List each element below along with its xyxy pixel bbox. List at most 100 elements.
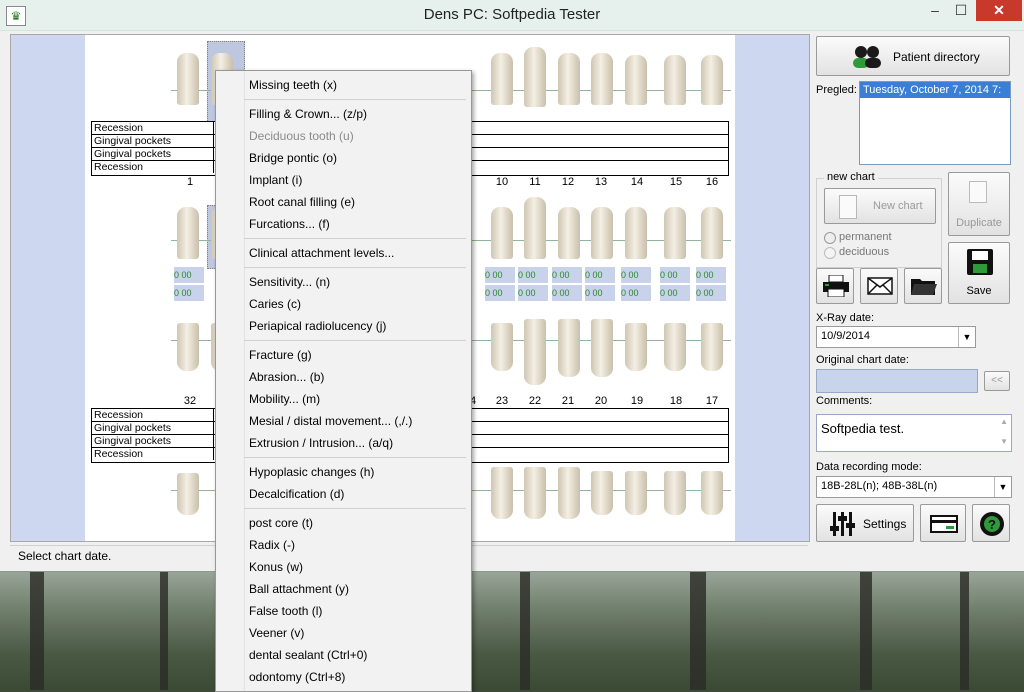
tooth[interactable] [701, 207, 723, 259]
pocket-cell[interactable]: 0 00 [485, 285, 515, 301]
menu-item[interactable]: Filling & Crown... (z/p) [216, 103, 469, 125]
menu-item[interactable]: Mesial / distal movement... (,/.) [216, 410, 469, 432]
tooth[interactable] [524, 467, 546, 519]
menu-item[interactable]: Decalcification (d) [216, 483, 469, 505]
pregled-list-item[interactable]: Tuesday, October 7, 2014 7: [860, 82, 1010, 98]
menu-item[interactable]: post core (t) [216, 512, 469, 534]
open-folder-button[interactable] [904, 268, 942, 304]
pocket-cell[interactable]: 0 00 [552, 285, 582, 301]
pocket-cell[interactable]: 0 00 [660, 267, 690, 283]
scroll-up-icon[interactable]: ▲ [1000, 417, 1008, 426]
menu-item[interactable]: Missing teeth (x) [216, 74, 469, 96]
pocket-cell[interactable]: 0 00 [174, 285, 204, 301]
menu-item[interactable]: Implant (i) [216, 169, 469, 191]
comments-field[interactable]: Softpedia test. ▲ ▼ [816, 414, 1012, 452]
close-button[interactable]: ✕ [976, 0, 1022, 21]
menu-item[interactable]: dental sealant (Ctrl+0) [216, 644, 469, 666]
menu-item[interactable]: Konus (w) [216, 556, 469, 578]
menu-item[interactable]: Deciduous tooth (u) [216, 125, 469, 147]
patient-directory-button[interactable]: Patient directory [816, 36, 1010, 76]
permanent-radio[interactable] [824, 232, 836, 244]
tooth[interactable] [177, 323, 199, 371]
tooth[interactable] [664, 323, 686, 371]
email-button[interactable] [860, 268, 898, 304]
deciduous-radio[interactable] [824, 247, 836, 259]
original-chart-date-field[interactable] [816, 369, 978, 393]
tooth[interactable] [591, 319, 613, 377]
menu-item[interactable]: Fracture (g) [216, 344, 469, 366]
xray-date-picker[interactable]: 10/9/2014 ▼ [816, 326, 976, 348]
tooth[interactable] [524, 47, 546, 107]
card-button[interactable] [920, 504, 966, 542]
menu-item[interactable]: Hypoplasic changes (h) [216, 461, 469, 483]
tooth[interactable] [701, 471, 723, 515]
tooth[interactable] [591, 471, 613, 515]
menu-item[interactable]: Radix (-) [216, 534, 469, 556]
pocket-cell[interactable]: 0 00 [660, 285, 690, 301]
tooth[interactable] [664, 55, 686, 105]
tooth[interactable] [591, 53, 613, 105]
pocket-cell[interactable]: 0 00 [518, 285, 548, 301]
print-button[interactable] [816, 268, 854, 304]
menu-item[interactable]: Periapical radiolucency (j) [216, 315, 469, 337]
pocket-cell[interactable]: 0 00 [621, 267, 651, 283]
tooth[interactable] [177, 53, 199, 105]
duplicate-button[interactable]: Duplicate [948, 172, 1010, 236]
tooth[interactable] [558, 319, 580, 377]
menu-item[interactable]: Mobility... (m) [216, 388, 469, 410]
menu-item[interactable]: Abrasion... (b) [216, 366, 469, 388]
menu-item[interactable]: Furcations... (f) [216, 213, 469, 235]
scroll-down-icon[interactable]: ▼ [1000, 437, 1008, 446]
tooth[interactable] [701, 323, 723, 371]
tooth[interactable] [625, 471, 647, 515]
previous-date-button[interactable]: << [984, 371, 1010, 391]
tooth[interactable] [491, 207, 513, 259]
data-recording-mode-select[interactable]: 18B-28L(n); 48B-38L(n) ▼ [816, 476, 1012, 498]
menu-item[interactable]: Bridge pontic (o) [216, 147, 469, 169]
tooth[interactable] [701, 55, 723, 105]
tooth[interactable] [491, 467, 513, 519]
menu-item[interactable]: Clinical attachment levels... [216, 242, 469, 264]
tooth[interactable] [625, 207, 647, 259]
new-chart-button[interactable]: New chart [824, 188, 936, 224]
chevron-down-icon[interactable]: ▼ [994, 477, 1011, 497]
menu-item[interactable]: Veener (v) [216, 622, 469, 644]
pocket-cell[interactable]: 0 00 [621, 285, 651, 301]
tooth[interactable] [664, 207, 686, 259]
tooth[interactable] [558, 467, 580, 519]
pocket-cell[interactable]: 0 00 [696, 285, 726, 301]
pocket-cell[interactable]: 0 00 [696, 267, 726, 283]
menu-item[interactable]: Extrusion / Intrusion... (a/q) [216, 432, 469, 454]
pregled-list[interactable]: Tuesday, October 7, 2014 7: [859, 81, 1011, 165]
tooth[interactable] [524, 319, 546, 385]
pocket-cell[interactable]: 0 00 [585, 285, 615, 301]
menu-item[interactable]: Caries (c) [216, 293, 469, 315]
tooth[interactable] [177, 473, 199, 515]
pocket-cell[interactable]: 0 00 [174, 267, 204, 283]
tooth[interactable] [177, 207, 199, 259]
save-button[interactable]: Save [948, 242, 1010, 304]
menu-item[interactable]: Root canal filling (e) [216, 191, 469, 213]
pocket-cell[interactable]: 0 00 [552, 267, 582, 283]
tooth[interactable] [591, 207, 613, 259]
chevron-down-icon[interactable]: ▼ [958, 327, 975, 347]
menu-item[interactable]: Sensitivity... (n) [216, 271, 469, 293]
tooth[interactable] [491, 53, 513, 105]
tooth[interactable] [558, 53, 580, 105]
pocket-cell[interactable]: 0 00 [485, 267, 515, 283]
menu-item[interactable]: odontomy (Ctrl+8) [216, 666, 469, 688]
maximize-button[interactable]: ☐ [948, 0, 974, 21]
pocket-cell[interactable]: 0 00 [518, 267, 548, 283]
menu-item[interactable]: False tooth (l) [216, 600, 469, 622]
menu-item[interactable]: Ball attachment (y) [216, 578, 469, 600]
minimize-button[interactable]: – [922, 0, 948, 21]
tooth[interactable] [625, 55, 647, 105]
tooth[interactable] [664, 471, 686, 515]
tooth[interactable] [558, 207, 580, 259]
pocket-cell[interactable]: 0 00 [585, 267, 615, 283]
tooth[interactable] [625, 323, 647, 371]
help-button[interactable]: ? [972, 504, 1010, 542]
settings-button[interactable]: Settings [816, 504, 914, 542]
tooth[interactable] [491, 323, 513, 371]
tooth[interactable] [524, 197, 546, 259]
